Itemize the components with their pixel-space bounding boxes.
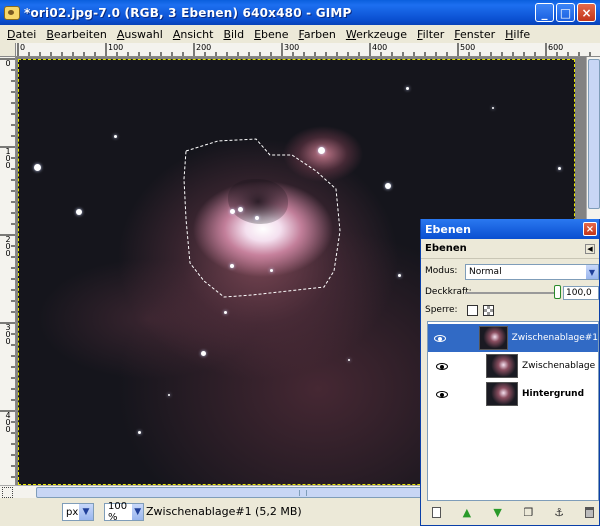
- layer-buttons: ▲ ▼ ❐ ⚓: [427, 502, 599, 522]
- horizontal-ruler[interactable]: 0 100 200 300 400 500 600: [16, 43, 600, 57]
- quickmask-toggle-icon[interactable]: [2, 487, 13, 498]
- layer-name[interactable]: Hintergrund: [522, 389, 584, 399]
- mode-value: Normal: [469, 267, 502, 277]
- zoom-value: 100 %: [108, 501, 128, 523]
- mode-row: Modus:: [425, 266, 457, 276]
- opacity-spinbox[interactable]: 100,0: [563, 286, 599, 300]
- gimp-icon: [4, 5, 20, 20]
- unit-select[interactable]: px ▼: [62, 503, 94, 521]
- layer-row-hintergrund[interactable]: Hintergrund: [428, 380, 598, 408]
- close-icon: ×: [585, 223, 595, 235]
- ruler-label-300: 300: [284, 43, 300, 52]
- raise-layer-icon: ▲: [462, 505, 472, 519]
- opacity-slider-handle[interactable]: [554, 285, 561, 299]
- minimize-button[interactable]: _: [535, 3, 554, 22]
- minimize-icon: _: [541, 5, 548, 20]
- menu-datei[interactable]: Datei: [2, 28, 41, 41]
- ruler-label-100: 100: [108, 43, 124, 52]
- layers-heading: Ebenen: [425, 243, 467, 254]
- close-icon: ×: [581, 5, 592, 20]
- chevron-down-icon: ▼: [79, 504, 93, 520]
- lock-label: Sperre:: [425, 305, 458, 315]
- menu-fenster[interactable]: Fenster: [449, 28, 500, 41]
- menu-hilfe[interactable]: Hilfe: [500, 28, 535, 41]
- visibility-toggle[interactable]: [428, 387, 456, 401]
- menu-bearbeiten[interactable]: Bearbeiten: [41, 28, 111, 41]
- opacity-value: 100,0: [566, 288, 592, 298]
- lock-alpha-checkbox[interactable]: [483, 305, 494, 316]
- layer-name[interactable]: Zwischenablage: [522, 361, 595, 371]
- vruler-label-200: 200: [5, 235, 11, 258]
- layer-thumbnail: [479, 326, 508, 350]
- visibility-toggle[interactable]: [428, 359, 456, 373]
- duplicate-layer-button[interactable]: ❐: [521, 505, 535, 519]
- opacity-slider[interactable]: [465, 292, 557, 294]
- vruler-label-0: 0: [5, 59, 11, 68]
- raise-layer-button[interactable]: ▲: [460, 505, 474, 519]
- vertical-ruler[interactable]: 0 100 200 300 400: [0, 57, 16, 485]
- layers-dialog-title-bar[interactable]: Ebenen ×: [421, 219, 599, 239]
- menu-auswahl[interactable]: Auswahl: [112, 28, 168, 41]
- layer-list[interactable]: Zwischenablage#1 Zwischenablage Hintergr…: [427, 321, 599, 501]
- eye-icon: [434, 335, 447, 342]
- lock-pixels-checkbox[interactable]: [467, 305, 478, 316]
- maximize-icon: □: [559, 5, 572, 20]
- grip-icon: [299, 490, 307, 496]
- layers-dialog[interactable]: Ebenen × Ebenen ◀ Modus: Normal ▼ Deckkr…: [420, 219, 600, 526]
- layer-row-zwischenablage-1[interactable]: Zwischenablage#1: [428, 324, 598, 352]
- layer-row-zwischenablage[interactable]: Zwischenablage: [428, 352, 598, 380]
- duplicate-layer-icon: ❐: [523, 505, 534, 519]
- layers-tab-header: Ebenen ◀: [421, 239, 599, 259]
- mode-select[interactable]: Normal ▼: [465, 264, 599, 280]
- vruler-label-400: 400: [5, 411, 11, 434]
- ruler-label-500: 500: [460, 43, 476, 52]
- menu-ebene[interactable]: Ebene: [249, 28, 293, 41]
- delete-layer-button[interactable]: [583, 505, 597, 519]
- lock-row: Sperre:: [425, 305, 458, 315]
- eye-icon: [436, 363, 448, 370]
- window-title: *ori02.jpg-7.0 (RGB, 3 Ebenen) 640x480 -…: [24, 5, 352, 20]
- ruler-label-400: 400: [372, 43, 388, 52]
- layers-close-button[interactable]: ×: [583, 222, 597, 236]
- maximize-button[interactable]: □: [556, 3, 575, 22]
- eye-icon: [436, 391, 448, 398]
- anchor-layer-icon: ⚓: [554, 505, 565, 519]
- layer-thumbnail: [486, 382, 518, 406]
- unit-value: px: [66, 506, 79, 518]
- anchor-layer-button[interactable]: ⚓: [552, 505, 566, 519]
- menu-filter[interactable]: Filter: [412, 28, 449, 41]
- ruler-label-200: 200: [196, 43, 212, 52]
- layers-dialog-title: Ebenen: [425, 222, 471, 236]
- horizontal-ruler-ticks: [17, 43, 591, 56]
- visibility-toggle[interactable]: [428, 331, 453, 345]
- menu-ansicht[interactable]: Ansicht: [168, 28, 219, 41]
- vruler-label-100: 100: [5, 147, 11, 170]
- menu-bild[interactable]: Bild: [218, 28, 249, 41]
- layer-name[interactable]: Zwischenablage#1: [512, 333, 598, 343]
- status-message: Zwischenablage#1 (5,2 MB): [146, 505, 302, 518]
- ruler-label-600: 600: [548, 43, 564, 52]
- new-layer-button[interactable]: [429, 505, 443, 519]
- menu-werkzeuge[interactable]: Werkzeuge: [341, 28, 412, 41]
- mode-label: Modus:: [425, 266, 458, 276]
- layer-thumbnail: [486, 354, 518, 378]
- zoom-select[interactable]: 100 % ▼: [104, 501, 144, 523]
- ruler-corner[interactable]: [0, 43, 16, 57]
- new-layer-icon: [431, 506, 441, 518]
- lower-layer-button[interactable]: ▼: [491, 505, 505, 519]
- menu-farben[interactable]: Farben: [294, 28, 341, 41]
- vertical-scroll-thumb[interactable]: [588, 59, 600, 209]
- vruler-label-300: 300: [5, 323, 11, 346]
- chevron-down-icon: ▼: [586, 265, 598, 279]
- title-bar: *ori02.jpg-7.0 (RGB, 3 Ebenen) 640x480 -…: [0, 0, 600, 25]
- delete-layer-icon: [585, 506, 595, 518]
- menu-bar: Datei Bearbeiten Auswahl Ansicht Bild Eb…: [0, 25, 600, 43]
- lower-layer-icon: ▼: [493, 505, 502, 519]
- chevron-down-icon: ▼: [132, 504, 143, 520]
- close-button[interactable]: ×: [577, 3, 596, 22]
- tab-menu-icon[interactable]: ◀: [585, 243, 595, 254]
- ruler-label-0: 0: [20, 43, 26, 52]
